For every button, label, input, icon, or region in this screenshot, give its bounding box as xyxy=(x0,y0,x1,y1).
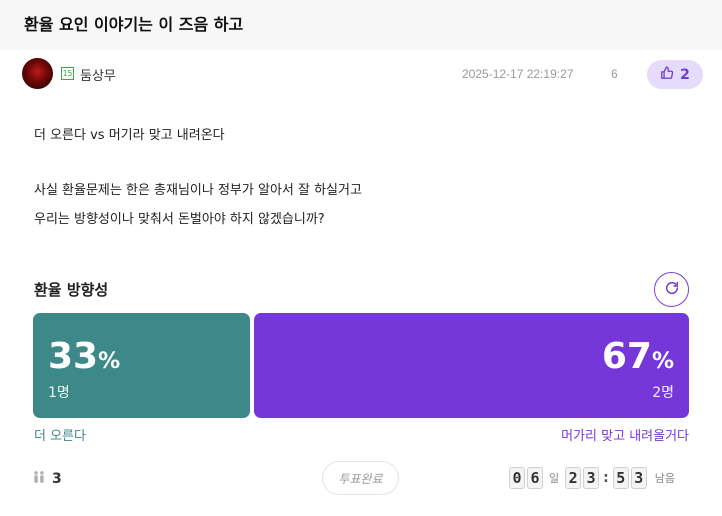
refresh-button[interactable] xyxy=(654,272,689,307)
post-meta: 15 둠상무 2025-12-17 22:19:27 6 2 xyxy=(0,50,722,98)
poll-option-label: 머가리 맞고 내려올거다 xyxy=(561,429,689,444)
timer-colon: : xyxy=(603,470,609,486)
like-count: 2 xyxy=(680,66,690,83)
option-vote-count: 1명 xyxy=(48,385,70,401)
refresh-icon xyxy=(664,280,680,300)
timer-suffix: 남음 xyxy=(654,472,675,485)
like-button[interactable]: 2 xyxy=(647,60,703,89)
timer-digit: 5 xyxy=(612,467,629,489)
timer-digit: 3 xyxy=(630,467,647,489)
post-header: 환율 요인 이야기는 이 즈음 하고 xyxy=(0,0,722,50)
post-title: 환율 요인 이야기는 이 즈음 하고 xyxy=(24,15,244,34)
poll-title: 환율 방향성 xyxy=(34,281,109,299)
option-vote-count: 2명 xyxy=(652,385,674,401)
poll-option-bar[interactable]: 67% 2명 xyxy=(254,313,689,418)
poll-option-label: 더 오른다 xyxy=(34,429,86,444)
avatar[interactable] xyxy=(22,58,53,89)
level-badge: 15 xyxy=(61,67,74,80)
countdown-timer: 0 6 일 2 3 : 5 3 남음 xyxy=(509,467,675,489)
timer-digit: 3 xyxy=(583,467,600,489)
thumbs-up-icon xyxy=(660,65,674,84)
body-line: 사실 환율문제는 한은 총재님이나 정부가 알아서 잘 하실거고 xyxy=(34,183,362,198)
author-name[interactable]: 둠상무 xyxy=(80,65,116,84)
body-line: 더 오른다 vs 머기라 맞고 내려온다 xyxy=(34,128,225,143)
timer-digit: 6 xyxy=(527,467,543,489)
option-percent: 67% xyxy=(601,336,674,377)
voter-number: 3 xyxy=(52,470,62,487)
poll-footer: 3 투표완료 0 6 일 2 3 : 5 3 남음 xyxy=(0,460,722,498)
timer-day-unit: 일 xyxy=(549,472,560,485)
timer-digit: 0 xyxy=(509,467,525,489)
view-count: 6 xyxy=(611,67,618,81)
voter-count: 3 xyxy=(32,469,62,488)
post-date: 2025-12-17 22:19:27 xyxy=(462,67,574,81)
poll-option-bar[interactable]: 33% 1명 xyxy=(33,313,250,418)
vote-complete-button[interactable]: 투표완료 xyxy=(322,461,399,495)
people-icon xyxy=(32,469,46,488)
body-line: 우리는 방향성이나 맞춰서 돈벌아야 하지 않겠습니까? xyxy=(34,212,325,227)
timer-digit: 2 xyxy=(565,467,582,489)
option-percent: 33% xyxy=(48,336,121,377)
